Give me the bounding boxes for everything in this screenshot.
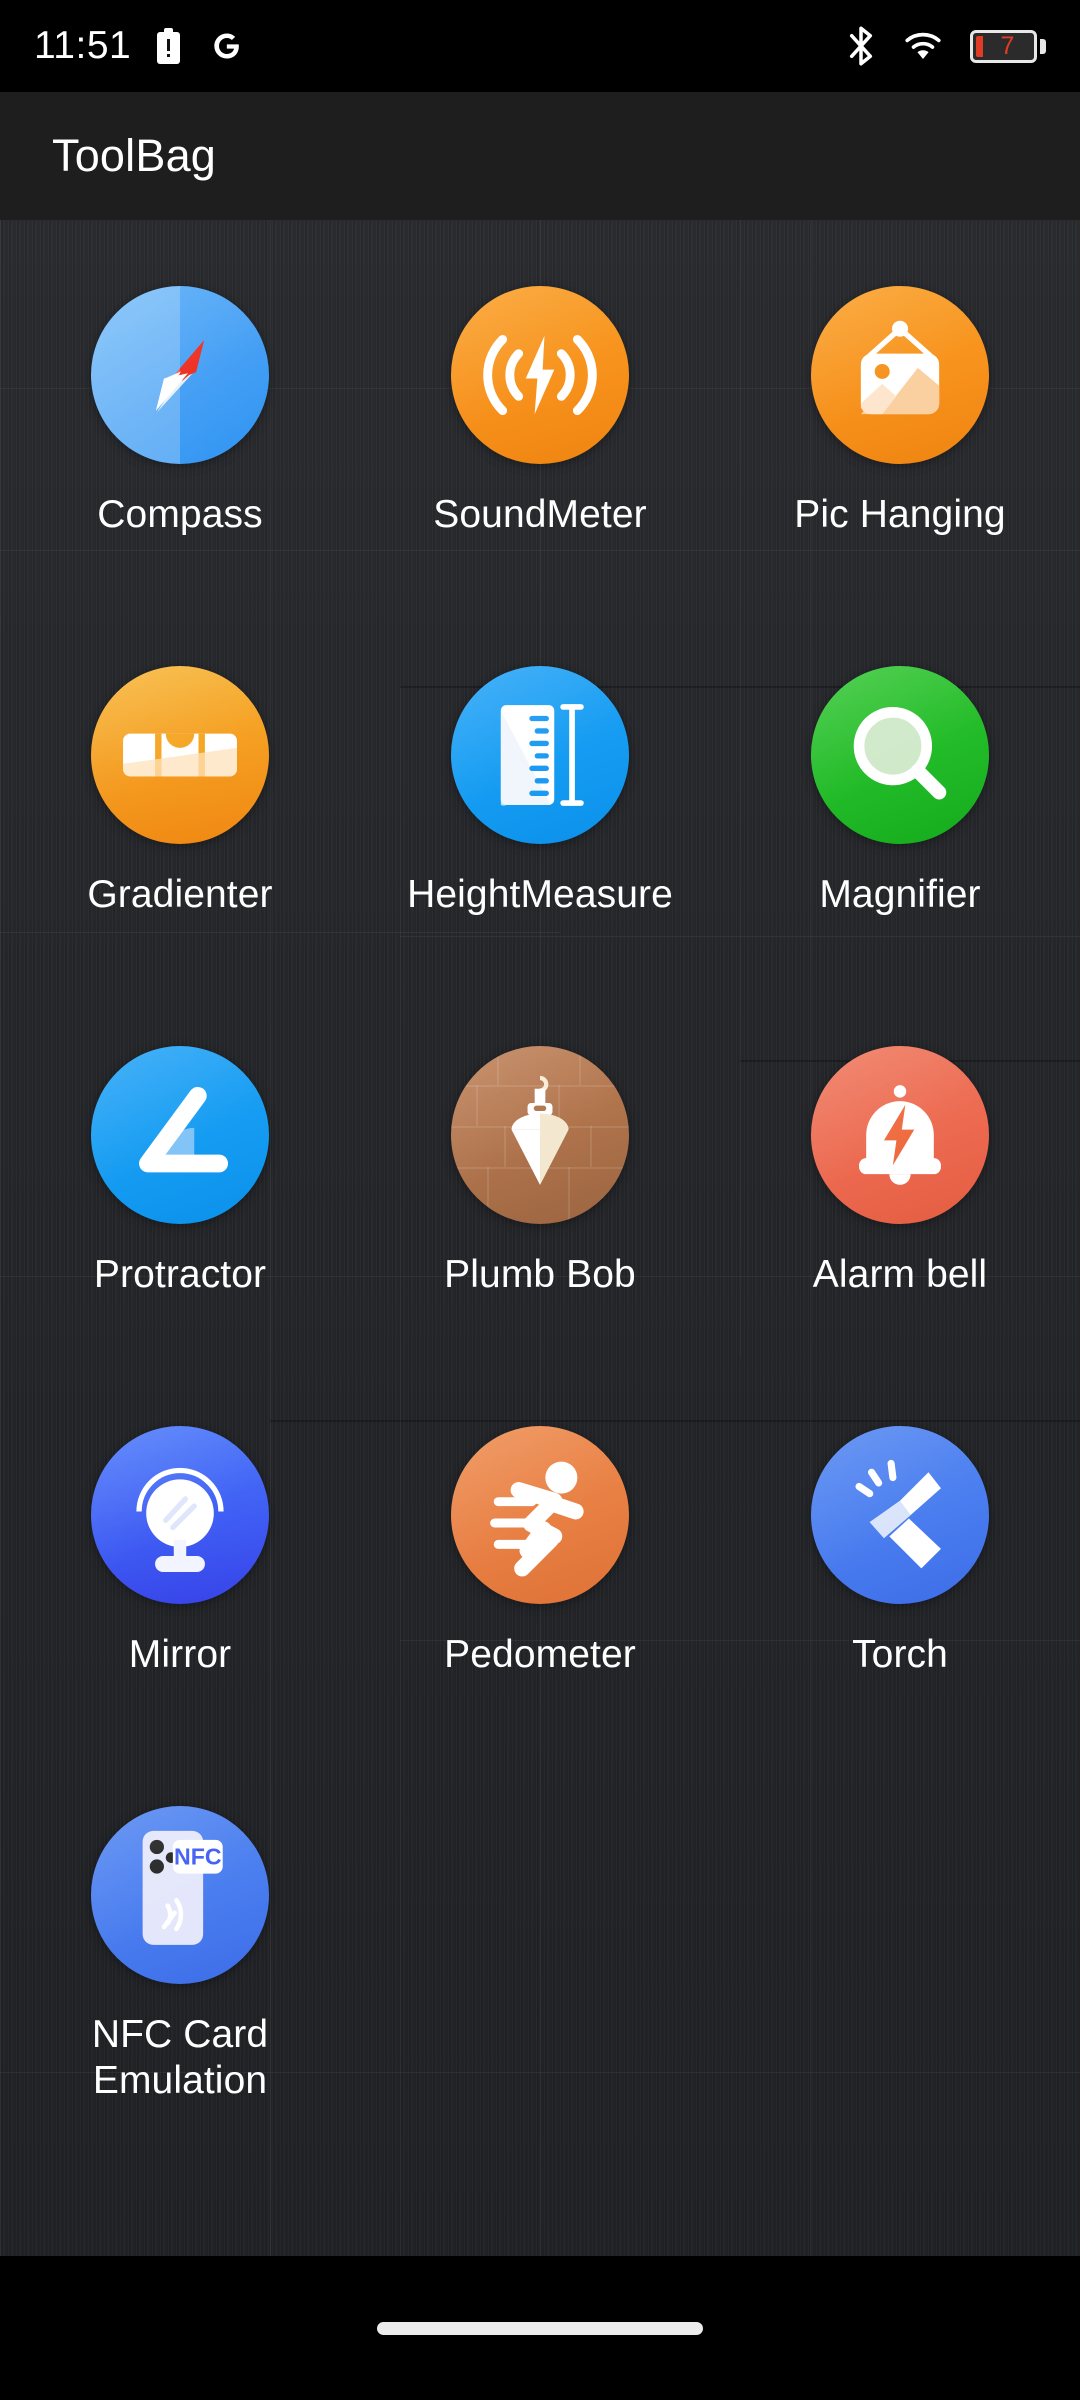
app-item-pic-hanging[interactable]: Pic Hanging — [720, 250, 1080, 630]
app-item-soundmeter[interactable]: SoundMeter — [360, 250, 720, 630]
status-bar-left: 11:51 — [34, 24, 246, 68]
app-label: HeightMeasure — [407, 873, 673, 916]
app-item-nfc-card[interactable]: NFC NFC Card Emulation — [0, 1770, 360, 2150]
app-bar: ToolBag — [0, 92, 1080, 220]
bluetooth-icon — [849, 26, 873, 66]
app-label: Gradienter — [87, 873, 273, 916]
app-item-plumb-bob[interactable]: Plumb Bob — [360, 1010, 720, 1390]
app-grid: Compass SoundMeter Pic Hanging Gradiente… — [0, 220, 1080, 2150]
app-label: NFC Card Emulation — [91, 2013, 269, 2103]
status-bar-clock: 11:51 — [34, 24, 132, 67]
app-label: Torch — [852, 1633, 948, 1676]
nfc-phone-icon: NFC — [91, 1806, 269, 1984]
app-item-pedometer[interactable]: Pedometer — [360, 1390, 720, 1770]
app-item-torch[interactable]: Torch — [720, 1390, 1080, 1770]
magnifying-glass-icon — [811, 666, 989, 844]
app-item-heightmeasure[interactable]: HeightMeasure — [360, 630, 720, 1010]
app-label: SoundMeter — [433, 493, 647, 536]
app-item-mirror[interactable]: Mirror — [0, 1390, 360, 1770]
app-item-alarm-bell[interactable]: Alarm bell — [720, 1010, 1080, 1390]
plumb-bob-icon — [451, 1046, 629, 1224]
status-bar: 11:51 7 — [0, 0, 1080, 92]
picture-frame-icon — [811, 286, 989, 464]
app-label: Magnifier — [819, 873, 981, 916]
wifi-icon — [905, 32, 941, 59]
app-label: Protractor — [93, 1253, 267, 1296]
app-label: Pedometer — [444, 1633, 636, 1676]
nfc-badge-text: NFC — [174, 1844, 222, 1870]
app-label: Alarm bell — [812, 1253, 988, 1296]
app-item-magnifier[interactable]: Magnifier — [720, 630, 1080, 1010]
battery-percent-text: 7 — [1000, 31, 1015, 60]
compass-icon — [91, 286, 269, 464]
app-item-protractor[interactable]: Protractor — [0, 1010, 360, 1390]
spirit-level-icon — [91, 666, 269, 844]
status-bar-right: 7 — [846, 25, 1046, 67]
sound-meter-icon — [451, 286, 629, 464]
battery-level-icon: 7 — [970, 29, 1046, 63]
app-label: Pic Hanging — [794, 493, 1006, 536]
home-gesture-pill[interactable] — [377, 2321, 703, 2335]
page-title: ToolBag — [52, 130, 217, 181]
bell-icon — [811, 1046, 989, 1224]
ruler-icon — [451, 666, 629, 844]
app-grid-container: Compass SoundMeter Pic Hanging Gradiente… — [0, 220, 1080, 2256]
flashlight-icon — [811, 1426, 989, 1604]
app-item-gradienter[interactable]: Gradienter — [0, 630, 360, 1010]
navigation-bar — [0, 2256, 1080, 2400]
mirror-icon — [91, 1426, 269, 1604]
battery-alert-icon — [157, 28, 181, 64]
app-label: Plumb Bob — [444, 1253, 636, 1296]
app-label: Compass — [97, 493, 263, 536]
running-person-icon — [451, 1426, 629, 1604]
google-icon — [214, 33, 240, 59]
angle-icon — [91, 1046, 269, 1224]
app-label: Mirror — [128, 1633, 232, 1676]
app-item-compass[interactable]: Compass — [0, 250, 360, 630]
